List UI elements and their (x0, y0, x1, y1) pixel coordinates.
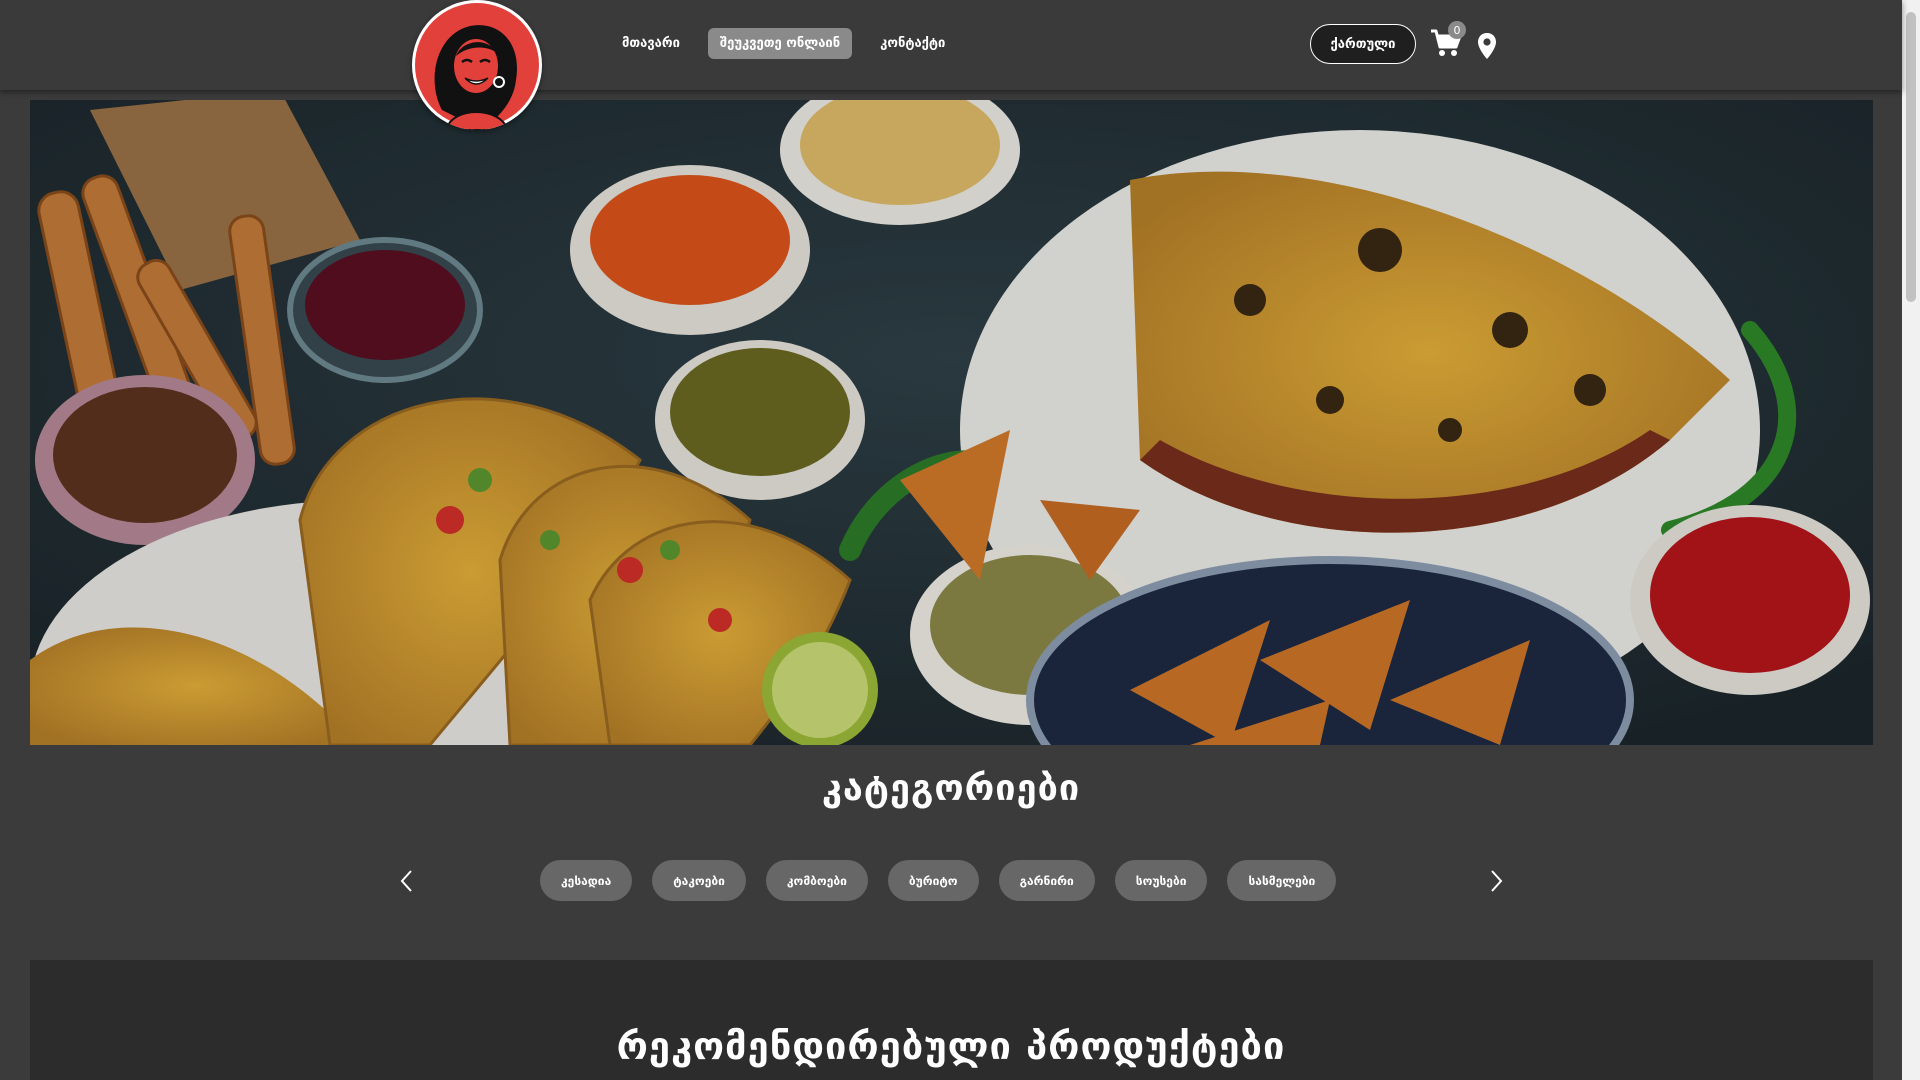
location-pin-icon[interactable] (1477, 32, 1497, 60)
category-list: კესადია ტაკოები კომბოები ბურიტო გარნირი … (540, 860, 1337, 901)
chevron-left-icon[interactable] (393, 866, 421, 896)
brand-logo[interactable] (412, 0, 542, 130)
site-header: მთავარი შეუკვეთე ონლაინ კონტაქტი ქართული… (0, 0, 1902, 90)
hero-food-image (30, 100, 1873, 745)
recommended-title: რეკომენდირებული პროდუქტები (616, 1024, 1286, 1068)
scrollbar-thumb[interactable] (1906, 12, 1916, 302)
category-pill[interactable]: გარნირი (998, 860, 1095, 901)
category-pill[interactable]: კომბოები (765, 860, 868, 901)
cart-count-badge: 0 (1448, 21, 1466, 39)
hero-banner (30, 100, 1873, 745)
chevron-right-icon[interactable] (1482, 866, 1510, 896)
logo-illustration (415, 0, 539, 130)
category-pill[interactable]: ბურიტო (887, 860, 979, 901)
nav-item-order-online[interactable]: შეუკვეთე ონლაინ (707, 28, 853, 59)
page: მთავარი შეუკვეთე ონლაინ კონტაქტი ქართული… (0, 0, 1902, 1080)
category-pill[interactable]: სოუსები (1114, 860, 1208, 901)
category-pill[interactable]: ტაკოები (652, 860, 746, 901)
main-nav: მთავარი შეუკვეთე ონლაინ კონტაქტი (610, 28, 957, 59)
category-pill[interactable]: სასმელები (1227, 860, 1337, 901)
category-pill[interactable]: კესადია (540, 860, 633, 901)
nav-item-home[interactable]: მთავარი (610, 28, 692, 59)
nav-item-contact[interactable]: კონტაქტი (868, 28, 957, 59)
language-button[interactable]: ქართული (1310, 24, 1416, 64)
categories-title: კატეგორიები (821, 768, 1081, 809)
